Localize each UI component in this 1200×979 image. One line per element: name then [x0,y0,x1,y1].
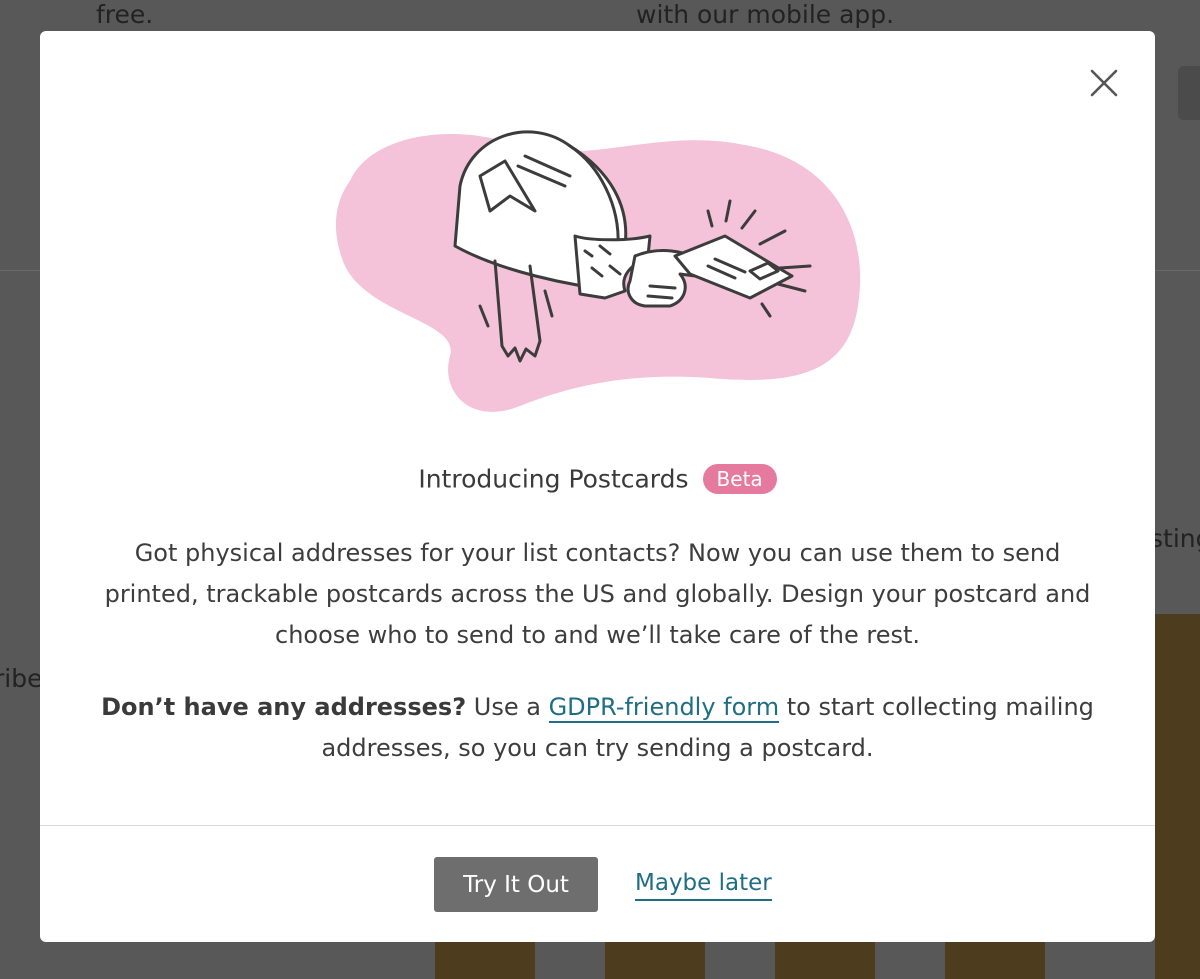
background-panel [1155,614,1200,979]
beta-badge: Beta [702,464,777,494]
mailbox-illustration [330,116,870,446]
description-paragraph: Got physical addresses for your list con… [104,539,1091,649]
modal-title-row: Introducing Postcards Beta [40,463,1155,494]
background-text-right: sting [1150,524,1200,553]
modal-title: Introducing Postcards [418,464,689,494]
background-button [1178,66,1200,120]
maybe-later-link[interactable]: Maybe later [635,867,772,901]
background-bar [775,940,875,979]
addresses-question: Don’t have any addresses? [101,693,467,721]
footer-divider [40,825,1155,826]
postcards-modal: Introducing Postcards Beta Got physical a… [40,31,1155,942]
addresses-paragraph: Don’t have any addresses? Use a GDPR-fri… [95,687,1100,769]
close-icon[interactable] [1090,69,1118,97]
background-text-free: free. [96,0,154,29]
background-text-mobile-app: with our mobile app. [636,0,895,29]
background-bar [435,940,535,979]
try-it-out-button[interactable]: Try It Out [434,857,598,912]
background-text-left: ribe [0,664,43,693]
addresses-text-pre: Use a [466,693,549,721]
background-bar [945,940,1045,979]
background-bar [605,940,705,979]
gdpr-form-link[interactable]: GDPR-friendly form [548,693,780,723]
